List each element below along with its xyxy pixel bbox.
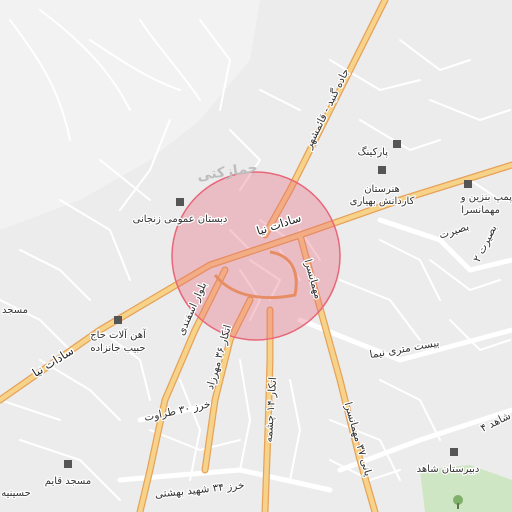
map-canvas[interactable]: چمازکتی سادات نیا سادات نیا جاده گنبد - … (0, 0, 512, 512)
poi-masjed-left[interactable]: مسجد (1, 304, 29, 318)
svg-text:آهن آلات حاج: آهن آلات حاج (90, 328, 147, 341)
poi-hoseinieh[interactable]: حسینیه (0, 487, 32, 501)
mosque-icon (64, 460, 72, 468)
svg-text:مسجد قایم: مسجد قایم (45, 476, 91, 487)
school-icon (176, 198, 184, 206)
parking-icon (393, 140, 401, 148)
school-icon (450, 448, 458, 456)
svg-text:حبیب جانزاده: حبیب جانزاده (90, 343, 145, 354)
shop-icon (114, 316, 122, 324)
svg-text:دبستان عمومی زنجانی: دبستان عمومی زنجانی (133, 214, 228, 225)
school-icon (378, 166, 386, 174)
svg-text:پمپ بنزین و: پمپ بنزین و (460, 192, 512, 203)
svg-text:مهمانسرا: مهمانسرا (461, 205, 500, 216)
search-radius-circle[interactable] (171, 171, 341, 341)
svg-text:مسجد: مسجد (2, 305, 28, 316)
svg-text:پارکینگ: پارکینگ (358, 146, 389, 158)
svg-text:حسینیه: حسینیه (1, 488, 31, 499)
svg-text:کاردانش بهیاری: کاردانش بهیاری (350, 196, 415, 207)
fuel-icon (464, 180, 472, 188)
svg-text:دبیرستان شاهد: دبیرستان شاهد (417, 464, 480, 475)
svg-text:هنرستان: هنرستان (364, 184, 400, 195)
map-svg: چمازکتی سادات نیا سادات نیا جاده گنبد - … (0, 0, 512, 512)
